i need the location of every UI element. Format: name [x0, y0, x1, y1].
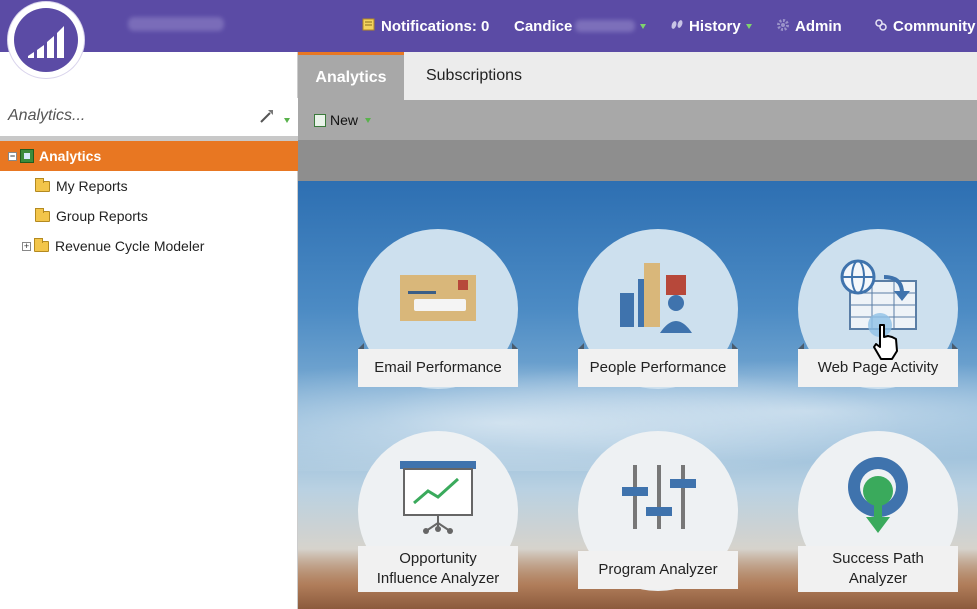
chevron-down-icon [284, 117, 290, 123]
new-document-icon [314, 113, 326, 127]
notifications-link[interactable]: Notifications: 0 [362, 0, 489, 52]
folder-icon [35, 207, 50, 222]
chevron-down-icon [640, 23, 647, 29]
tab-label: Subscriptions [425, 67, 523, 84]
user-name: Candice [514, 17, 573, 35]
sidebar: Analytics... − Analytics My Reports Grou… [0, 52, 298, 609]
tile-program-analyzer[interactable]: Program Analyzer [578, 431, 738, 591]
tree-item-group-reports[interactable]: Group Reports [0, 201, 298, 231]
filter-menu[interactable] [259, 108, 290, 127]
notifications-label: Notifications: 0 [381, 17, 490, 35]
hand-cursor-icon [870, 323, 902, 366]
tree-item-revenue-cycle-modeler[interactable]: + Revenue Cycle Modeler [0, 231, 298, 261]
history-menu[interactable]: History [670, 0, 752, 52]
tree-item-my-reports[interactable]: My Reports [0, 171, 298, 201]
header-band [298, 140, 977, 181]
folder-icon [34, 237, 49, 252]
tree-item-label: Revenue Cycle Modeler [55, 238, 205, 254]
tile-email-performance[interactable]: Email Performance [358, 229, 518, 389]
account-name-redacted [128, 17, 224, 31]
search-input[interactable]: Analytics... [8, 107, 85, 125]
history-label: History [689, 17, 741, 35]
tree-item-label: Analytics [39, 148, 102, 164]
new-label: New [330, 112, 359, 128]
chevron-down-icon [365, 117, 372, 123]
toolbar: New [298, 100, 977, 140]
community-icon [874, 18, 888, 35]
tile-opportunity-influence-analyzer[interactable]: Opportunity Influence Analyzer [358, 431, 518, 592]
gear-icon [776, 18, 790, 35]
tree-item-analytics[interactable]: − Analytics [0, 141, 298, 171]
new-button[interactable]: New [314, 112, 372, 128]
tile-label: People Performance [578, 349, 738, 387]
analytics-icon [20, 149, 34, 163]
sliders-icon [578, 431, 738, 551]
expand-icon[interactable]: + [22, 241, 31, 251]
presentation-chart-icon [358, 431, 518, 551]
tile-label: Program Analyzer [578, 551, 738, 589]
community-label: Community [893, 17, 976, 35]
tile-success-path-analyzer[interactable]: Success Path Analyzer [798, 431, 958, 592]
map-pin-icon [798, 431, 958, 551]
tile-label: Success Path Analyzer [798, 546, 958, 592]
admin-link[interactable]: Admin [776, 0, 842, 52]
envelope-icon [358, 229, 518, 349]
filter-wand-icon [259, 110, 279, 127]
chevron-down-icon [745, 23, 752, 29]
tab-bar: Analytics Subscriptions [298, 52, 977, 100]
tile-label: Email Performance [358, 349, 518, 387]
tab-subscriptions[interactable]: Subscriptions [404, 52, 544, 100]
marketo-logo-icon [14, 8, 78, 72]
tree-search: Analytics... [0, 98, 298, 136]
tile-label: Opportunity Influence Analyzer [358, 546, 518, 592]
tree-item-label: My Reports [56, 178, 128, 194]
footprints-icon [670, 19, 684, 34]
collapse-icon[interactable]: − [8, 151, 17, 161]
marketo-logo[interactable] [8, 2, 84, 78]
tree-item-label: Group Reports [56, 208, 148, 224]
user-menu[interactable]: Candice [514, 0, 647, 52]
people-bar-chart-icon [578, 229, 738, 349]
tab-analytics[interactable]: Analytics [298, 52, 404, 100]
top-navigation-bar: Notifications: 0 Candice History Admin C… [0, 0, 977, 52]
folder-icon [35, 177, 50, 192]
analytics-home: Email Performance People Performance Web… [298, 181, 977, 609]
admin-label: Admin [795, 17, 842, 35]
community-link[interactable]: Community [874, 0, 976, 52]
user-surname-redacted [575, 20, 636, 32]
tile-people-performance[interactable]: People Performance [578, 229, 738, 389]
notification-icon [362, 18, 376, 34]
tab-label: Analytics [315, 68, 387, 86]
